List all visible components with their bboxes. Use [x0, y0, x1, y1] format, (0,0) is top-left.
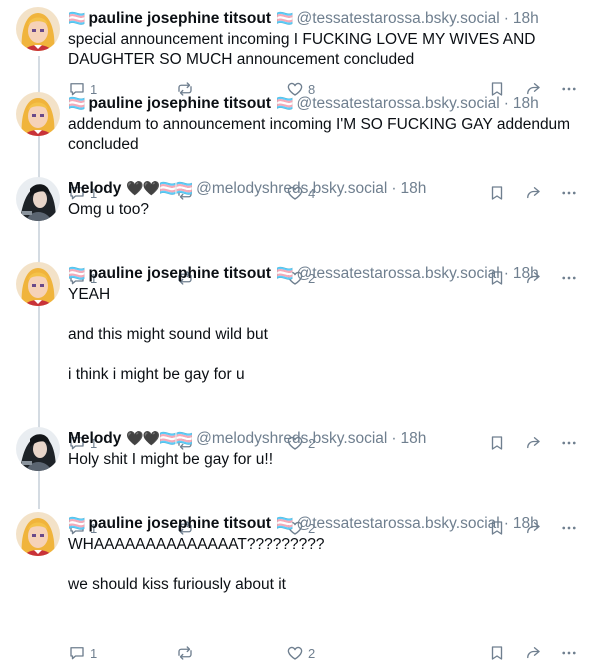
- reply-count: 1: [90, 645, 98, 661]
- separator-dot: ·: [503, 95, 509, 112]
- bookmark-icon: [488, 644, 506, 662]
- author-name[interactable]: pauline josephine titsout: [88, 9, 271, 29]
- post-header: 🏳️‍⚧️ pauline josephine titsout 🏳️‍⚧️ @t…: [68, 93, 581, 115]
- author-name[interactable]: Melody: [68, 429, 121, 449]
- thread-line: [38, 56, 40, 85]
- heart-icon: [286, 644, 304, 662]
- post-3[interactable]: Melody 🖤🖤🏳️‍⚧️🏳️‍⚧️ @melodyshreds.bsky.s…: [0, 170, 601, 286]
- timestamp[interactable]: 18h: [513, 264, 539, 284]
- name-flags: 🏳️‍⚧️: [276, 516, 293, 532]
- reply-icon: [68, 644, 86, 662]
- author-handle[interactable]: @melodyshreds.bsky.social: [196, 429, 387, 449]
- author-name[interactable]: pauline josephine titsout: [88, 514, 271, 534]
- author-name[interactable]: Melody: [68, 179, 121, 199]
- post-text: Omg u too?: [68, 201, 149, 218]
- thread: 🏳️‍⚧️ pauline josephine titsout 🏳️‍⚧️ @t…: [0, 0, 601, 669]
- author-handle[interactable]: @tessatestarossa.bsky.social: [296, 514, 499, 534]
- avatar[interactable]: [16, 92, 60, 136]
- share-button[interactable]: [524, 642, 542, 664]
- post-5[interactable]: Melody 🖤🖤🏳️‍⚧️🏳️‍⚧️ @melodyshreds.bsky.s…: [0, 420, 601, 536]
- post-text: special announcement incoming I FUCKING …: [68, 31, 536, 68]
- more-options-button[interactable]: [560, 642, 578, 664]
- name-flags: 🏳️‍⚧️: [276, 11, 293, 27]
- separator-dot: ·: [503, 265, 509, 282]
- avatar-art: [16, 427, 60, 471]
- pre-flags: 🏳️‍⚧️: [68, 96, 85, 112]
- avatar[interactable]: [16, 512, 60, 556]
- name-flags: 🖤🖤🏳️‍⚧️🏳️‍⚧️: [126, 431, 193, 447]
- post-1[interactable]: 🏳️‍⚧️ pauline josephine titsout 🏳️‍⚧️ @t…: [0, 0, 601, 97]
- post-header: 🏳️‍⚧️ pauline josephine titsout 🏳️‍⚧️ @t…: [68, 263, 581, 285]
- post-text: addendum to announcement incoming I'M SO…: [68, 116, 571, 153]
- avatar[interactable]: [16, 7, 60, 51]
- avatar-art: [16, 177, 60, 221]
- avatar[interactable]: [16, 177, 60, 221]
- post-actions: 1 2: [68, 642, 588, 664]
- timestamp[interactable]: 18h: [401, 179, 427, 199]
- separator-dot: ·: [391, 430, 397, 447]
- author-handle[interactable]: @tessatestarossa.bsky.social: [296, 94, 499, 114]
- repost-icon: [176, 644, 194, 662]
- author-name[interactable]: pauline josephine titsout: [88, 94, 271, 114]
- pre-flags: 🏳️‍⚧️: [68, 516, 85, 532]
- author-handle[interactable]: @melodyshreds.bsky.social: [196, 179, 387, 199]
- avatar[interactable]: [16, 427, 60, 471]
- post-6[interactable]: 🏳️‍⚧️ pauline josephine titsout 🏳️‍⚧️ @t…: [0, 505, 601, 669]
- repost-button[interactable]: [176, 642, 198, 664]
- post-text: Holy shit I might be gay for u!!: [68, 451, 274, 468]
- name-flags: 🖤🖤🏳️‍⚧️🏳️‍⚧️: [126, 181, 193, 197]
- like-count: 2: [308, 645, 316, 661]
- avatar-art: [16, 512, 60, 556]
- share-icon: [524, 644, 542, 662]
- pre-flags: 🏳️‍⚧️: [68, 266, 85, 282]
- timestamp[interactable]: 18h: [401, 429, 427, 449]
- like-button[interactable]: 2: [286, 642, 315, 664]
- author-handle[interactable]: @tessatestarossa.bsky.social: [296, 9, 499, 29]
- timestamp[interactable]: 18h: [513, 94, 539, 114]
- author-handle[interactable]: @tessatestarossa.bsky.social: [296, 264, 499, 284]
- avatar[interactable]: [16, 262, 60, 306]
- bookmark-button[interactable]: [488, 642, 506, 664]
- reply-button[interactable]: 1: [68, 642, 97, 664]
- post-header: 🏳️‍⚧️ pauline josephine titsout 🏳️‍⚧️ @t…: [68, 513, 581, 535]
- more-icon: [560, 644, 578, 662]
- post-text: YEAH and this might sound wild but i thi…: [68, 286, 268, 383]
- avatar-art: [16, 92, 60, 136]
- separator-dot: ·: [391, 180, 397, 197]
- separator-dot: ·: [503, 10, 509, 27]
- timestamp[interactable]: 18h: [513, 9, 539, 29]
- avatar-art: [16, 262, 60, 306]
- post-header: 🏳️‍⚧️ pauline josephine titsout 🏳️‍⚧️ @t…: [68, 8, 581, 30]
- name-flags: 🏳️‍⚧️: [276, 96, 293, 112]
- author-name[interactable]: pauline josephine titsout: [88, 264, 271, 284]
- name-flags: 🏳️‍⚧️: [276, 266, 293, 282]
- post-header: Melody 🖤🖤🏳️‍⚧️🏳️‍⚧️ @melodyshreds.bsky.s…: [68, 178, 581, 200]
- post-text: WHAAAAAAAAAAAAAAT????????? we should kis…: [68, 536, 325, 593]
- post-header: Melody 🖤🖤🏳️‍⚧️🏳️‍⚧️ @melodyshreds.bsky.s…: [68, 428, 581, 450]
- separator-dot: ·: [503, 515, 509, 532]
- avatar-art: [16, 7, 60, 51]
- pre-flags: 🏳️‍⚧️: [68, 11, 85, 27]
- thread-line: [38, 505, 40, 509]
- timestamp[interactable]: 18h: [513, 514, 539, 534]
- post-2[interactable]: 🏳️‍⚧️ pauline josephine titsout 🏳️‍⚧️ @t…: [0, 85, 601, 201]
- post-4[interactable]: 🏳️‍⚧️ pauline josephine titsout 🏳️‍⚧️ @t…: [0, 255, 601, 451]
